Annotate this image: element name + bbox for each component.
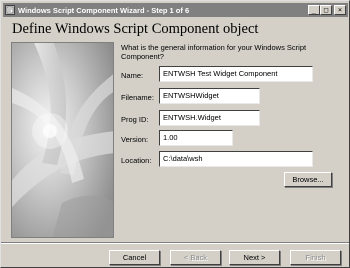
footer-divider bbox=[1, 242, 349, 244]
filename-label: Filename: bbox=[121, 93, 154, 102]
name-field[interactable]: ENTWSH Test Widget Component bbox=[159, 66, 313, 82]
title-bar[interactable]: Windows Script Component Wizard - Step 1… bbox=[3, 3, 348, 17]
question-text: What is the general information for your… bbox=[121, 43, 307, 61]
filename-field[interactable]: ENTWSHWidget bbox=[159, 88, 260, 104]
wizard-window: Windows Script Component Wizard - Step 1… bbox=[0, 0, 350, 268]
version-field[interactable]: 1.00 bbox=[159, 130, 233, 146]
minimize-button[interactable]: _ bbox=[308, 5, 320, 15]
browse-button[interactable]: Browse... bbox=[284, 172, 332, 187]
close-button[interactable]: × bbox=[334, 5, 346, 15]
page-title: Define Windows Script Component object bbox=[12, 21, 259, 37]
location-label: Location: bbox=[121, 156, 152, 165]
progid-field[interactable]: ENTWSH.Widget bbox=[159, 110, 260, 126]
name-label: Name: bbox=[121, 71, 144, 80]
finish-button[interactable]: Finish bbox=[290, 250, 341, 265]
wizard-graphic bbox=[11, 42, 114, 238]
location-field[interactable]: C:\data\wsh bbox=[159, 151, 313, 167]
progid-label: Prog ID: bbox=[121, 115, 149, 124]
maximize-button[interactable]: □ bbox=[320, 5, 332, 15]
version-label: Version: bbox=[121, 135, 149, 144]
window-title: Windows Script Component Wizard - Step 1… bbox=[18, 5, 190, 15]
back-button[interactable]: < Back bbox=[170, 250, 221, 265]
next-button[interactable]: Next > bbox=[229, 250, 280, 265]
script-component-icon bbox=[5, 5, 15, 15]
cancel-button[interactable]: Cancel bbox=[109, 250, 160, 265]
